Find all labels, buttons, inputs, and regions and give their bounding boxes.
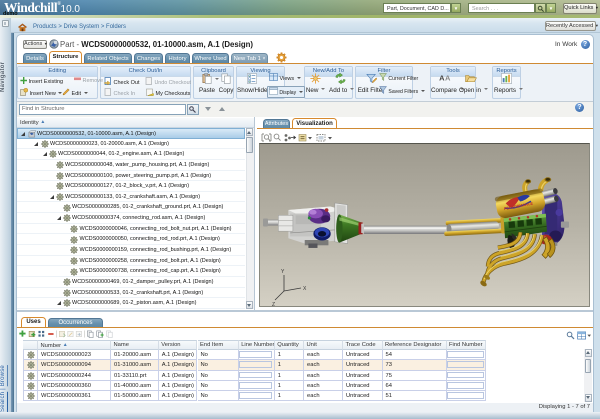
svg-text:Y: Y <box>281 269 285 275</box>
svg-text:X: X <box>303 286 307 292</box>
svg-text:A: A <box>445 73 451 82</box>
svg-text:Z: Z <box>272 302 275 306</box>
